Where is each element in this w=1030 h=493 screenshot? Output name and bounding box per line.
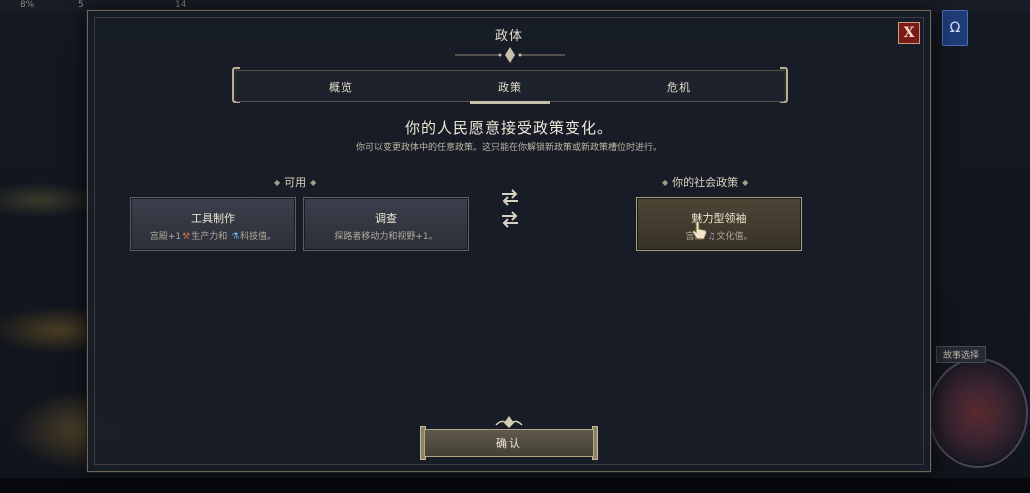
magnet-icon: Ω	[949, 20, 961, 36]
desc-text: 宫殿+1	[149, 232, 182, 242]
policy-card-charismatic-leader[interactable]: 魅力型领袖 宫殿 ♫文化值。	[636, 197, 802, 251]
available-label-text: 可用	[284, 176, 307, 189]
desc-text: 科技值。	[240, 232, 277, 242]
policy-card-title: 调查	[375, 212, 397, 225]
diamond-icon: ◆	[742, 177, 749, 187]
desc-text: 生产力和	[191, 232, 228, 242]
government-dialog: 政体 X 概览 政策 危机 你的人民愿意接受政策变化。 你可以变更政体中的任意政…	[87, 10, 931, 472]
hand-cursor-icon	[692, 220, 707, 240]
top-stat: 14	[175, 0, 187, 10]
policy-card-desc: 宫殿+1⚒生产力和 ⚗科技值。	[131, 229, 295, 242]
policy-card-title: 魅力型领袖	[691, 212, 747, 225]
active-tab-indicator	[470, 101, 550, 104]
tab-overview[interactable]: 概览	[266, 71, 416, 102]
diamond-icon: ◆	[310, 177, 317, 187]
tab-policies[interactable]: 政策	[435, 71, 585, 102]
close-icon: X	[903, 25, 915, 41]
policy-card-desc: 宫殿 ♫文化值。	[637, 229, 801, 242]
top-stat: 5	[78, 0, 84, 10]
swap-arrows-icon	[502, 189, 518, 206]
policy-card-title: 工具制作	[191, 212, 235, 225]
close-button[interactable]: X	[898, 22, 920, 44]
policy-card-survey[interactable]: 调查 探路者移动力和视野+1。	[303, 197, 469, 251]
minimap-dial[interactable]	[928, 358, 1028, 468]
top-stat: 8%	[20, 0, 35, 10]
dialog-title: 政体	[494, 29, 523, 44]
tab-bar: 概览 政策 危机	[236, 70, 784, 102]
policy-card-toolmaking[interactable]: 工具制作 宫殿+1⚒生产力和 ⚗科技值。	[130, 197, 296, 251]
desc-text: 文化值。	[716, 232, 753, 242]
diamond-icon: ◆	[274, 177, 281, 187]
social-label-text: 你的社会政策	[672, 176, 739, 189]
tab-crisis[interactable]: 危机	[604, 71, 754, 102]
policy-subline: 你可以变更政体中的任意政策。这只能在你解锁新政策或新政策槽位时进行。	[355, 143, 662, 153]
policy-headline: 你的人民愿意接受政策变化。	[404, 119, 613, 137]
social-section-label: ◆ 你的社会政策 ◆	[662, 174, 748, 190]
confirm-ornament-icon	[495, 416, 523, 428]
confirm-button[interactable]: 确认	[424, 429, 594, 457]
swap-arrows-icon	[502, 211, 518, 228]
bottom-shadow	[0, 478, 1030, 493]
corner-menu-button[interactable]: Ω	[942, 10, 968, 46]
available-section-label: ◆ 可用 ◆	[274, 174, 316, 190]
diamond-icon: ◆	[662, 177, 669, 187]
flask-icon: ⚗	[231, 232, 240, 242]
hammer-icon: ⚒	[182, 232, 191, 242]
title-ornament-icon	[455, 47, 565, 63]
music-note-icon: ♫	[707, 232, 716, 242]
policy-card-desc: 探路者移动力和视野+1。	[334, 232, 438, 242]
story-choice-tag[interactable]: 故事选择	[936, 346, 987, 363]
